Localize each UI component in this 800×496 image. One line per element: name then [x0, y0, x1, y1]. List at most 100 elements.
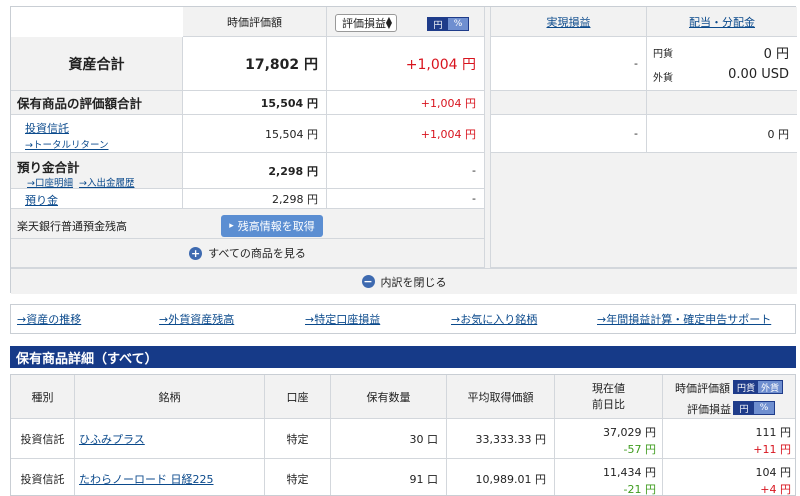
- div-yen-label: 円貨: [653, 49, 673, 60]
- summary-corner: [11, 7, 183, 37]
- total-value-text: 17,802 円: [245, 56, 318, 73]
- table-row-name: ひふみプラス: [75, 419, 265, 459]
- asset-history-link[interactable]: →資産の推移: [17, 311, 81, 327]
- table-row-value: 104 円 +4 円: [663, 459, 795, 496]
- row2-value: 104 円: [755, 466, 792, 479]
- col-avg-label: 平均取得価額: [467, 390, 534, 404]
- total-pl: +1,004 円: [327, 37, 485, 91]
- table-row-price: 37,029 円 -57 円: [555, 419, 663, 459]
- col-price-label: 現在値: [592, 381, 625, 395]
- total-value: 17,802 円: [183, 37, 327, 91]
- table-row-price: 11,434 円 -21 円: [555, 459, 663, 496]
- fund-pl: +1,004 円: [327, 115, 485, 153]
- fund-link[interactable]: 投資信託: [25, 120, 69, 136]
- row1-pl: +11 円: [753, 443, 791, 456]
- minus-circle-icon: −: [361, 275, 375, 288]
- row1-avg: 33,333.33 円: [475, 432, 546, 446]
- fx-assets-link[interactable]: →外貨資産残高: [159, 311, 234, 327]
- dividend-header: 配当・分配金: [647, 7, 797, 37]
- col-change-label: 前日比: [592, 397, 625, 411]
- total-realized: -: [491, 37, 647, 91]
- pl-unit-yen[interactable]: 円: [428, 18, 448, 31]
- all-products-row[interactable]: + すべての商品を見る: [11, 239, 485, 268]
- plus-circle-icon: +: [189, 246, 203, 260]
- detail-pl-unit-toggle[interactable]: 円 %: [733, 401, 775, 415]
- row1-value: 111 円: [755, 426, 792, 439]
- arrow-icon: ▸: [229, 221, 234, 231]
- value-currency-yen[interactable]: 円貨: [734, 381, 758, 394]
- row1-name-link[interactable]: ひふみプラス: [79, 431, 145, 447]
- table-row-type: 投資信託: [11, 459, 75, 495]
- row1-type: 投資信託: [20, 432, 65, 446]
- table-row-account: 特定: [265, 419, 331, 459]
- deposit-value-text: 2,298 円: [268, 164, 318, 178]
- fund-value-text: 15,504 円: [265, 127, 318, 141]
- table-row-account: 特定: [265, 459, 331, 495]
- total-dividend: 円貨 0 円 外貨 0.00 USD: [647, 37, 797, 91]
- col-account-label: 口座: [286, 390, 309, 404]
- col-type: 種別: [11, 375, 75, 419]
- table-row-avg: 10,989.01 円: [447, 459, 555, 495]
- realized-header-link[interactable]: 実現損益: [547, 14, 591, 30]
- col-name: 銘柄: [75, 375, 265, 419]
- col-avg: 平均取得価額: [447, 375, 555, 419]
- holdings-label-text: 保有商品の評価額合計: [17, 96, 143, 111]
- row2-price: 11,434 円: [603, 466, 656, 479]
- row2-change: -21 円: [623, 483, 656, 496]
- detail-title-bar: 保有商品詳細（すべて）: [10, 346, 796, 368]
- azukari-pl: -: [327, 189, 485, 209]
- row1-price: 37,029 円: [603, 426, 656, 439]
- deposit-history-link[interactable]: →入出金履歴: [79, 175, 134, 189]
- value-currency-fx[interactable]: 外貨: [758, 381, 782, 394]
- holdings-pl-text: +1,004 円: [420, 96, 476, 110]
- dividend-header-link[interactable]: 配当・分配金: [689, 14, 755, 30]
- deposit-pl-text: -: [472, 164, 476, 177]
- detail-pl-yen[interactable]: 円: [734, 402, 754, 415]
- fund-dividend: 0 円: [647, 115, 797, 153]
- holdings-value-text: 15,504 円: [260, 96, 318, 110]
- col-pl-label: 評価損益: [687, 403, 731, 416]
- close-breakdown-link[interactable]: 内訳を閉じる: [381, 274, 447, 290]
- all-products-link[interactable]: すべての商品を見る: [208, 245, 306, 261]
- value-currency-toggle[interactable]: 円貨 外貨: [733, 380, 783, 394]
- div-fx-value: 0.00 USD: [728, 67, 789, 82]
- holdings-pl: +1,004 円: [327, 91, 485, 115]
- fund-realized: -: [491, 115, 647, 153]
- row1-account: 特定: [286, 432, 309, 446]
- table-row-value: 111 円 +11 円: [663, 419, 795, 459]
- pl-unit-toggle[interactable]: 円 %: [427, 17, 469, 31]
- detail-title: 保有商品詳細（すべて）: [16, 351, 158, 367]
- azukari-value: 2,298 円: [183, 189, 327, 209]
- table-row-avg: 33,333.33 円: [447, 419, 555, 459]
- col-qty: 保有数量: [331, 375, 447, 419]
- select-arrows-icon: ▲ ▼: [385, 15, 392, 30]
- table-row-qty: 91 口: [331, 459, 447, 495]
- close-breakdown-row[interactable]: − 内訳を閉じる: [11, 268, 797, 294]
- account-detail-link[interactable]: →口座明細: [27, 175, 73, 189]
- row2-pl: +4 円: [760, 483, 791, 496]
- total-return-link[interactable]: →トータルリターン: [25, 137, 109, 151]
- col-value: 時価評価額 円貨 外貨 評価損益 円 %: [663, 375, 795, 419]
- table-row-name: たわらノーロード 日経225: [75, 459, 265, 495]
- holdings-dividend: [647, 91, 797, 115]
- col-account: 口座: [265, 375, 331, 419]
- quick-links-bar: →資産の推移 →外貨資産残高 →特定口座損益 →お気に入り銘柄 →年間損益計算・…: [10, 304, 796, 334]
- detail-pl-percent[interactable]: %: [754, 402, 774, 414]
- col-qty-label: 保有数量: [366, 390, 411, 404]
- row1-change: -57 円: [623, 443, 656, 456]
- favorites-link[interactable]: →お気に入り銘柄: [451, 311, 537, 327]
- holdings-detail-table: 種別 銘柄 口座 保有数量 平均取得価額 現在値 前日比 時価評価額 円貨 外貨…: [10, 374, 796, 496]
- specific-account-pl-link[interactable]: →特定口座損益: [305, 311, 380, 327]
- fetch-balance-button[interactable]: ▸ 残高情報を取得: [221, 215, 323, 237]
- table-row-type: 投資信託: [11, 419, 75, 459]
- pl-unit-percent[interactable]: %: [448, 18, 468, 30]
- azukari-pl-text: -: [472, 192, 476, 205]
- tax-support-link[interactable]: →年間損益計算・確定申告サポート: [597, 311, 771, 327]
- azukari-link[interactable]: 預り金: [25, 192, 58, 208]
- pl-type-select[interactable]: 評価損益 ▲ ▼: [335, 14, 397, 32]
- fund-realized-text: -: [634, 127, 638, 140]
- row2-name-link[interactable]: たわらノーロード 日経225: [79, 471, 214, 487]
- realized-header: 実現損益: [491, 7, 647, 37]
- fund-dividend-text: 0 円: [767, 127, 790, 141]
- total-pl-text: +1,004 円: [405, 56, 476, 73]
